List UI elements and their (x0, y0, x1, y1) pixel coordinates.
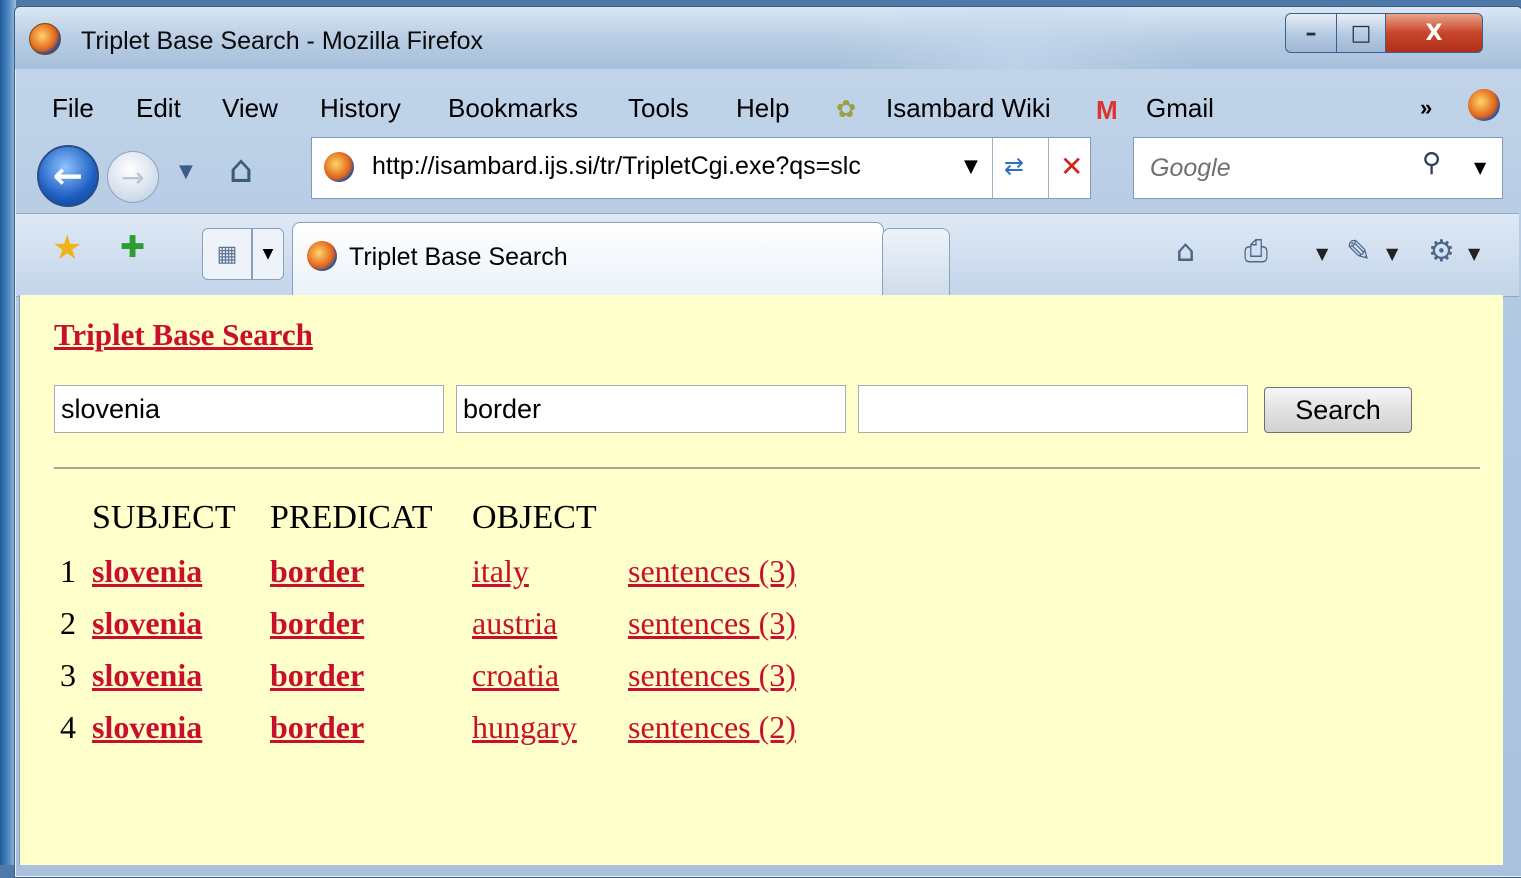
page-title-link[interactable]: Triplet Base Search (54, 317, 313, 353)
back-button[interactable]: ← (37, 145, 99, 207)
site-favicon-icon (324, 152, 354, 182)
stop-icon[interactable]: ✕ (1060, 150, 1083, 183)
maximize-icon: □ (1350, 20, 1372, 46)
gear-icon[interactable]: ⚙ (1428, 234, 1455, 269)
url-bar[interactable]: http://isambard.ijs.si/tr/TripletCgi.exe… (311, 137, 1091, 199)
forward-button[interactable]: → (107, 151, 159, 203)
column-header-object: OBJECT (472, 499, 597, 536)
result-number: 3 (60, 657, 76, 693)
menu-help[interactable]: Help (736, 93, 789, 124)
result-row: 3 slovenia border croatia sentences (3) (20, 657, 920, 707)
back-arrow-icon: ← (52, 155, 84, 197)
firefox-icon[interactable] (29, 23, 61, 55)
window-title: Triplet Base Search - Mozilla Firefox (81, 27, 483, 55)
predicate-link[interactable]: border (270, 553, 364, 590)
web-search-box[interactable]: Google ⚲ ▼ (1133, 137, 1503, 199)
history-dropdown-icon[interactable]: ▼ (179, 161, 193, 182)
column-header-predicate: PREDICAT (270, 499, 433, 536)
home-icon[interactable]: ⌂ (229, 147, 253, 191)
firefox-menu-icon[interactable] (1468, 89, 1500, 121)
object-input[interactable] (858, 385, 1248, 433)
tab-label: Triplet Base Search (349, 243, 568, 271)
object-link[interactable]: austria (472, 605, 557, 642)
divider (1048, 138, 1049, 198)
result-number: 1 (60, 553, 76, 589)
forward-arrow-icon: → (121, 160, 145, 194)
menu-bookmarks[interactable]: Bookmarks (448, 93, 578, 124)
column-header-subject: SUBJECT (92, 499, 236, 536)
sentences-link[interactable]: sentences (3) (628, 553, 796, 590)
close-button[interactable]: X (1385, 13, 1483, 53)
result-number: 4 (60, 709, 76, 745)
tab-active[interactable]: Triplet Base Search (292, 222, 884, 295)
result-row: 1 slovenia border italy sentences (3) (20, 553, 920, 603)
result-number: 2 (60, 605, 76, 641)
url-input[interactable]: http://isambard.ijs.si/tr/TripletCgi.exe… (372, 152, 942, 181)
predicate-link[interactable]: border (270, 605, 364, 642)
menu-view[interactable]: View (222, 93, 278, 124)
divider (992, 138, 993, 198)
gmail-icon[interactable]: M (1096, 95, 1130, 125)
object-link[interactable]: hungary (472, 709, 577, 746)
sentences-link[interactable]: sentences (2) (628, 709, 796, 746)
quick-tabs-button[interactable]: ▦ (202, 228, 252, 280)
predicate-link[interactable]: border (270, 657, 364, 694)
isambard-icon[interactable]: ✿ (836, 95, 866, 123)
go-icon[interactable]: ⇄ (1004, 152, 1024, 180)
menu-bar: File Edit View History Bookmarks Tools H… (16, 81, 1519, 133)
object-link[interactable]: italy (472, 553, 529, 590)
horizontal-rule (54, 467, 1480, 469)
subject-input[interactable] (54, 385, 444, 433)
search-engine-dropdown-icon[interactable]: ▼ (1474, 158, 1486, 177)
sentences-link[interactable]: sentences (3) (628, 657, 796, 694)
subject-link[interactable]: slovenia (92, 553, 202, 590)
result-row: 2 slovenia border austria sentences (3) (20, 605, 920, 655)
object-link[interactable]: croatia (472, 657, 559, 694)
menu-tools[interactable]: Tools (628, 93, 689, 124)
url-dropdown-icon[interactable]: ▼ (964, 156, 978, 177)
maximize-button[interactable]: □ (1336, 13, 1386, 53)
subject-link[interactable]: slovenia (92, 605, 202, 642)
new-tab-button[interactable] (882, 228, 950, 295)
result-row: 4 slovenia border hungary sentences (2) (20, 709, 920, 759)
chevron-down-icon: ▼ (262, 246, 274, 262)
tab-favicon-icon (307, 241, 337, 271)
title-bar-glow (835, 7, 1195, 69)
home-icon[interactable]: ⌂ (1176, 234, 1195, 269)
search-engine-placeholder[interactable]: Google (1150, 154, 1231, 183)
tab-list-dropdown[interactable]: ▼ (252, 228, 284, 280)
bookmark-gmail[interactable]: Gmail (1146, 93, 1214, 124)
bookmark-isambard-wiki[interactable]: Isambard Wiki (886, 93, 1051, 124)
print-dropdown-icon[interactable]: ▼ (1316, 244, 1328, 263)
close-icon: X (1425, 20, 1443, 46)
add-favorite-icon[interactable]: ✚ (120, 230, 145, 265)
menu-history[interactable]: History (320, 93, 401, 124)
search-button[interactable]: Search (1264, 387, 1412, 433)
minimize-button[interactable]: – (1285, 13, 1337, 53)
predicate-link[interactable]: border (270, 709, 364, 746)
subject-link[interactable]: slovenia (92, 709, 202, 746)
tab-grid-icon: ▦ (216, 241, 238, 267)
tools-dropdown-icon[interactable]: ▼ (1468, 244, 1480, 263)
predicate-input[interactable] (456, 385, 846, 433)
search-icon[interactable]: ⚲ (1422, 148, 1441, 178)
minimize-icon: – (1305, 20, 1317, 46)
menu-file[interactable]: File (52, 93, 94, 124)
page-content: Triplet Base Search Search SUBJECT PREDI… (19, 295, 1503, 865)
menu-edit[interactable]: Edit (136, 93, 181, 124)
subject-link[interactable]: slovenia (92, 657, 202, 694)
title-bar[interactable]: Triplet Base Search - Mozilla Firefox – … (15, 7, 1521, 69)
page-icon[interactable]: ✎ (1346, 234, 1371, 269)
tab-toolbar: ★ ✚ ▦ ▼ Triplet Base Search ⌂ ⎙ ▼ ✎ ▼ ⚙ … (16, 213, 1519, 297)
favorites-star-icon[interactable]: ★ (52, 228, 82, 268)
sentences-link[interactable]: sentences (3) (628, 605, 796, 642)
print-icon[interactable]: ⎙ (1244, 234, 1268, 269)
page-dropdown-icon[interactable]: ▼ (1386, 244, 1398, 263)
chevron-more-icon[interactable]: » (1420, 95, 1432, 121)
